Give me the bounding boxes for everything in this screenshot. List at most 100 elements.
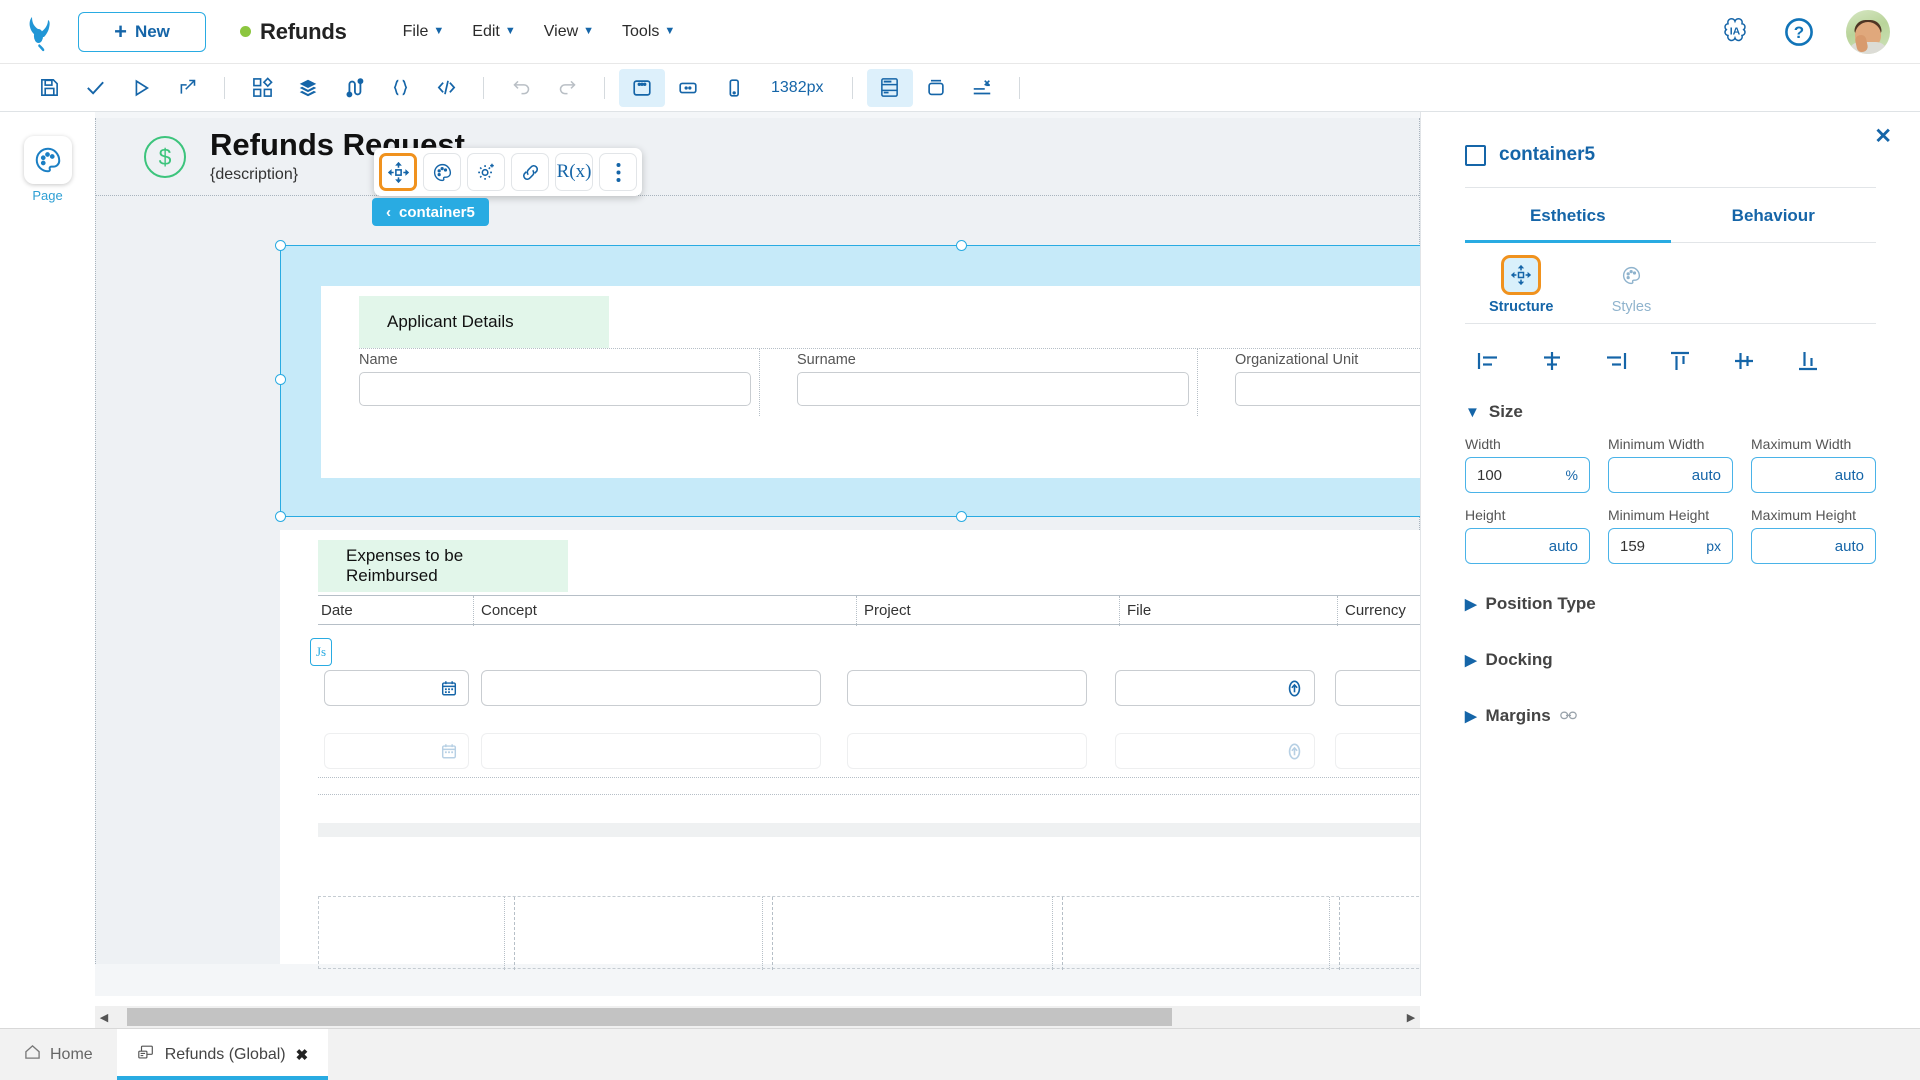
max-height-input[interactable]: auto <box>1751 528 1876 564</box>
resize-handle-sw[interactable] <box>275 511 286 522</box>
resize-handle-s[interactable] <box>956 511 967 522</box>
undo-icon[interactable] <box>498 69 544 107</box>
close-icon[interactable]: ✖ <box>296 1046 309 1064</box>
ia-badge-icon[interactable]: IA <box>1718 15 1752 49</box>
section-size-header[interactable]: ▼ Size <box>1465 402 1876 422</box>
selected-container[interactable]: Applicant Details Name Surname Organi <box>280 245 1420 517</box>
tablet-preview-icon[interactable] <box>665 69 711 107</box>
tab-esthetics[interactable]: Esthetics <box>1465 188 1671 243</box>
resize-handle-nw[interactable] <box>275 240 286 251</box>
row2-project-input[interactable] <box>847 733 1087 769</box>
avatar[interactable] <box>1846 10 1890 54</box>
layout-panel-icon[interactable] <box>867 69 913 107</box>
flow-connector-icon[interactable] <box>331 69 377 107</box>
canvas-hscrollbar[interactable]: ◀ ▶ <box>95 1006 1420 1028</box>
row1-currency-input[interactable] <box>1335 670 1420 706</box>
upload-icon[interactable] <box>1285 742 1304 766</box>
row2-date-input[interactable] <box>324 733 469 769</box>
r-of-x-icon[interactable]: R(x) <box>555 153 593 191</box>
menu-edit[interactable]: Edit ▼ <box>472 23 515 41</box>
align-left-icon[interactable] <box>1471 346 1505 376</box>
row1-concept-input[interactable] <box>481 670 821 706</box>
name-input[interactable] <box>359 372 751 406</box>
run-play-icon[interactable] <box>118 69 164 107</box>
applicant-details-panel[interactable]: Applicant Details Name Surname Organi <box>321 286 1420 478</box>
calendar-icon[interactable] <box>440 742 458 765</box>
column-header-file[interactable]: File <box>1124 602 1151 619</box>
resize-handle-w[interactable] <box>275 374 286 385</box>
column-header-currency[interactable]: Currency <box>1342 602 1406 619</box>
curly-braces-icon[interactable] <box>377 69 423 107</box>
width-input[interactable]: 100 % <box>1465 457 1590 493</box>
min-height-input[interactable]: 159 px <box>1608 528 1733 564</box>
align-right-icon[interactable] <box>1599 346 1633 376</box>
org-unit-input[interactable] <box>1235 372 1420 406</box>
desktop-preview-icon[interactable] <box>619 69 665 107</box>
calendar-icon[interactable] <box>440 679 458 702</box>
column-header-concept[interactable]: Concept <box>478 602 537 619</box>
min-width-input[interactable]: auto <box>1608 457 1733 493</box>
js-script-badge[interactable]: Js <box>310 638 332 666</box>
totals-grid[interactable] <box>318 896 1420 969</box>
width-unit[interactable]: % <box>1566 467 1578 483</box>
menu-file[interactable]: File ▼ <box>403 23 445 41</box>
align-middle-vertical-icon[interactable] <box>1727 346 1761 376</box>
align-center-horizontal-icon[interactable] <box>1535 346 1569 376</box>
gear-plus-icon[interactable] <box>467 153 505 191</box>
section-docking-header[interactable]: ▶ Docking <box>1465 650 1876 670</box>
row1-file-input[interactable] <box>1115 670 1315 706</box>
max-width-input[interactable]: auto <box>1751 457 1876 493</box>
column-header-date[interactable]: Date <box>318 602 353 619</box>
scroll-right-icon[interactable]: ▶ <box>1402 1011 1420 1024</box>
selection-breadcrumb-tag[interactable]: ‹ container5 <box>372 198 489 226</box>
help-icon[interactable]: ? <box>1782 15 1816 49</box>
row1-date-input[interactable] <box>324 670 469 706</box>
align-guides-icon[interactable] <box>959 69 1005 107</box>
layers-icon[interactable] <box>285 69 331 107</box>
code-icon[interactable] <box>423 69 469 107</box>
row2-concept-input[interactable] <box>481 733 821 769</box>
link-icon[interactable] <box>511 153 549 191</box>
align-top-icon[interactable] <box>1663 346 1697 376</box>
expenses-panel[interactable]: Expenses to be Reimbursed Date Concept P… <box>280 530 1420 964</box>
tab-refunds-global[interactable]: Refunds (Global) ✖ <box>117 1029 329 1080</box>
align-bottom-icon[interactable] <box>1791 346 1825 376</box>
section-position-type-header[interactable]: ▶ Position Type <box>1465 594 1876 614</box>
sidebar-item-page[interactable]: Page <box>18 136 78 203</box>
tab-behaviour[interactable]: Behaviour <box>1671 188 1877 243</box>
design-canvas[interactable]: $ Refunds Request {description} Applican… <box>95 112 1420 996</box>
subtab-styles[interactable]: Styles <box>1611 255 1651 315</box>
menu-view[interactable]: View ▼ <box>544 23 594 41</box>
column-header-project[interactable]: Project <box>861 602 911 619</box>
min-height-unit[interactable]: px <box>1706 538 1721 554</box>
save-icon[interactable] <box>26 69 72 107</box>
scroll-thumb[interactable] <box>127 1008 1172 1026</box>
surname-input[interactable] <box>797 372 1189 406</box>
app-logo[interactable] <box>0 11 78 53</box>
mobile-preview-icon[interactable] <box>711 69 757 107</box>
redo-icon[interactable] <box>544 69 590 107</box>
move-structure-icon[interactable] <box>379 153 417 191</box>
components-grid-icon[interactable] <box>239 69 285 107</box>
row2-file-input[interactable] <box>1115 733 1315 769</box>
row2-currency-input[interactable] <box>1335 733 1420 769</box>
menu-tools[interactable]: Tools ▼ <box>622 23 675 41</box>
new-button[interactable]: + New <box>78 12 206 52</box>
section-margins-header[interactable]: ▶ Margins <box>1465 706 1876 726</box>
row1-project-input[interactable] <box>847 670 1087 706</box>
container-outline-icon[interactable] <box>913 69 959 107</box>
tab-home[interactable]: Home <box>0 1029 117 1080</box>
scroll-left-icon[interactable]: ◀ <box>95 1011 113 1024</box>
scroll-track[interactable] <box>113 1006 1402 1028</box>
resize-handle-n[interactable] <box>956 240 967 251</box>
validate-check-icon[interactable] <box>72 69 118 107</box>
link-chain-icon[interactable] <box>1560 708 1577 724</box>
selection-parent-chevron-icon[interactable]: ‹ <box>386 204 391 221</box>
vertical-dots-icon[interactable] <box>599 153 637 191</box>
canvas-width-value[interactable]: 1382px <box>757 79 838 97</box>
subtab-structure[interactable]: Structure <box>1489 255 1553 315</box>
close-icon[interactable]: ✕ <box>1874 126 1892 147</box>
palette-icon[interactable] <box>423 153 461 191</box>
upload-icon[interactable] <box>1285 679 1304 703</box>
deploy-export-icon[interactable] <box>164 69 210 107</box>
